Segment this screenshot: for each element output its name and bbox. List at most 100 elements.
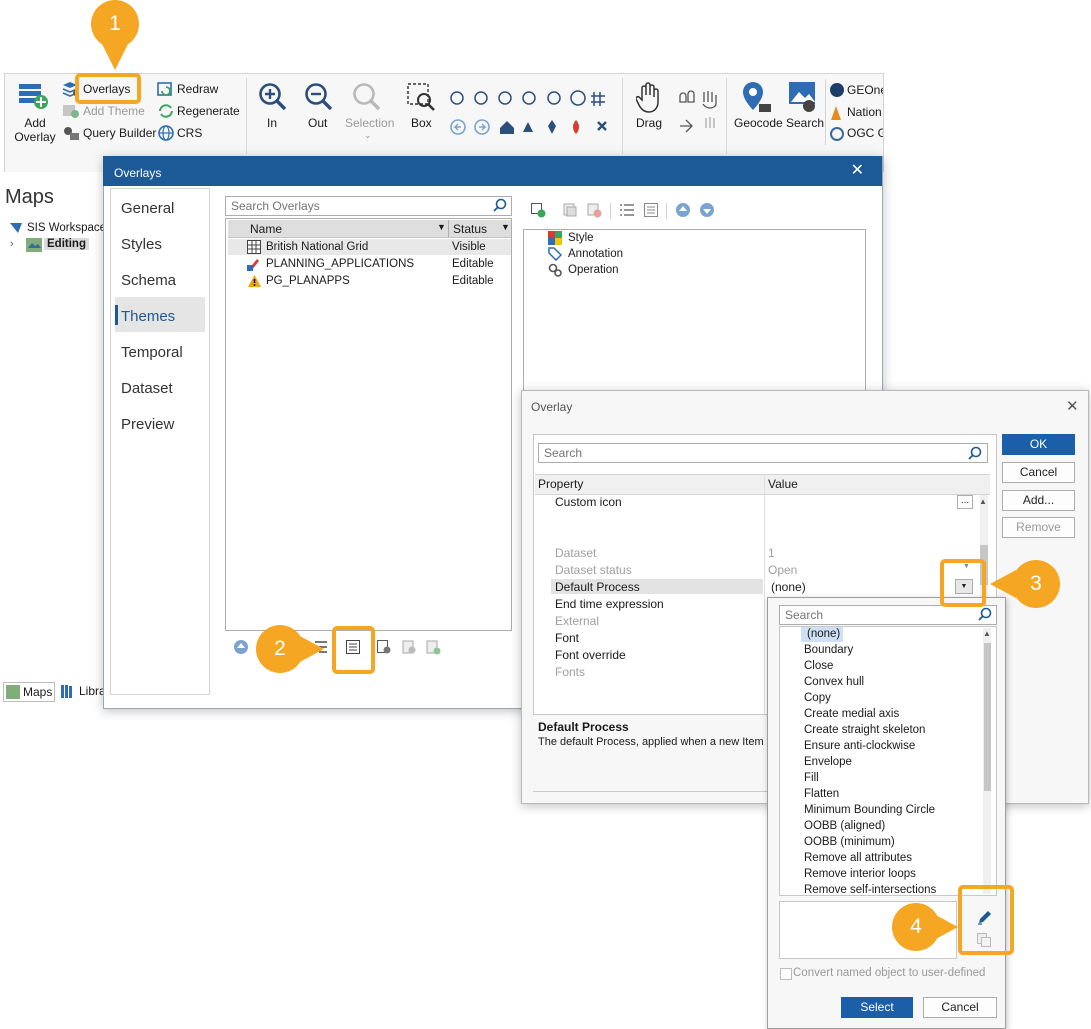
zoom-in-icon[interactable] — [258, 82, 288, 112]
geocode-button[interactable]: Geocode — [734, 116, 783, 130]
process-option[interactable]: OOBB (aligned) — [804, 820, 885, 832]
process-option[interactable]: Ensure anti-clockwise — [804, 740, 915, 752]
workspace-tree-item[interactable]: SIS Workspace — [27, 222, 106, 234]
column-header-name[interactable]: Name — [250, 222, 282, 236]
nav-preview[interactable]: Preview — [121, 416, 174, 433]
process-option[interactable]: Close — [804, 660, 833, 672]
process-option[interactable]: Remove self-intersections — [804, 884, 936, 894]
geone-provider[interactable]: GEOne — [847, 83, 883, 97]
process-option[interactable]: Copy — [804, 692, 831, 704]
library-tab[interactable]: Libra — [58, 682, 106, 702]
property-end-time-expression[interactable]: End time expression — [555, 597, 664, 611]
scroll-up-icon[interactable]: ▲ — [979, 497, 987, 506]
add-overlay-button[interactable]: Add Overlay — [13, 116, 57, 144]
close-icon[interactable]: ✕ — [1066, 397, 1079, 415]
copy-item-icon[interactable] — [562, 202, 578, 218]
pan-tool-icons[interactable] — [676, 88, 722, 138]
column-header-value[interactable]: Value — [768, 477, 798, 491]
nav-schema[interactable]: Schema — [121, 272, 176, 289]
process-option[interactable]: Create straight skeleton — [804, 724, 925, 736]
move-up-icon[interactable] — [233, 639, 249, 655]
tree-item-annotation[interactable]: Annotation — [568, 248, 623, 260]
tree-item-style[interactable]: Style — [568, 232, 594, 244]
details-view-icon[interactable] — [643, 202, 659, 218]
box-zoom-icon[interactable] — [406, 82, 436, 112]
drag-button[interactable]: Drag — [636, 116, 662, 130]
cancel-button[interactable]: Cancel — [1002, 462, 1075, 483]
zoom-out-icon[interactable] — [304, 82, 334, 112]
table-row[interactable]: PLANNING_APPLICATIONS — [266, 258, 414, 270]
nav-dataset[interactable]: Dataset — [121, 380, 173, 397]
nav-styles[interactable]: Styles — [121, 236, 162, 253]
box-button[interactable]: Box — [411, 116, 432, 130]
nation-provider[interactable]: Nation — [847, 105, 882, 119]
process-option[interactable]: Boundary — [804, 644, 853, 656]
selection-button[interactable]: Selection — [345, 116, 394, 130]
process-option[interactable]: (none) — [807, 628, 840, 640]
default-process-value[interactable]: (none) — [771, 580, 806, 594]
convert-checkbox[interactable] — [780, 968, 792, 980]
property-font-override[interactable]: Font override — [555, 648, 626, 662]
zoom-in-button[interactable]: In — [267, 116, 277, 130]
property-fonts[interactable]: Fonts — [555, 665, 585, 679]
scroll-thumb[interactable] — [984, 643, 991, 791]
property-external[interactable]: External — [555, 614, 599, 628]
property-font[interactable]: Font — [555, 631, 579, 645]
paste-settings-icon[interactable] — [401, 639, 417, 655]
property-dataset-status[interactable]: Dataset status — [555, 563, 632, 577]
add-item-icon[interactable] — [530, 202, 546, 218]
geocode-pin-icon[interactable] — [741, 80, 773, 114]
process-option[interactable]: Remove all attributes — [804, 852, 912, 864]
maps-tab[interactable]: Maps — [3, 682, 55, 702]
process-option[interactable]: Convex hull — [804, 676, 864, 688]
property-custom-icon[interactable]: Custom icon — [555, 495, 622, 509]
settings-document-icon[interactable] — [376, 639, 392, 655]
close-icon[interactable]: ✕ — [851, 160, 864, 180]
crs-button[interactable]: CRS — [177, 126, 202, 140]
list-view-icon[interactable] — [619, 202, 635, 218]
remove-button[interactable]: Remove — [1002, 517, 1075, 538]
property-search-input[interactable] — [538, 443, 988, 463]
nav-themes[interactable]: Themes — [121, 308, 175, 325]
table-row[interactable]: PG_PLANAPPS — [266, 275, 350, 287]
paste-add-icon[interactable] — [425, 639, 441, 655]
ogc-provider[interactable]: OGC G — [847, 126, 883, 140]
property-default-process[interactable]: Default Process — [555, 580, 640, 594]
add-overlay-icon[interactable] — [17, 80, 49, 110]
redraw-button[interactable]: Redraw — [177, 82, 218, 96]
delete-item-icon[interactable] — [586, 202, 602, 218]
regenerate-button[interactable]: Regenerate — [177, 104, 240, 118]
add-theme-button[interactable]: Add Theme — [83, 104, 145, 118]
ellipsis-button[interactable]: ... — [957, 495, 973, 509]
column-header-property[interactable]: Property — [538, 477, 583, 491]
search-button[interactable]: Search — [786, 116, 824, 130]
process-option[interactable]: Envelope — [804, 756, 852, 768]
process-search-input[interactable] — [779, 605, 997, 625]
ok-button[interactable]: OK — [1002, 434, 1075, 455]
zoom-out-button[interactable]: Out — [308, 116, 327, 130]
scroll-up-icon[interactable]: ▲ — [983, 629, 991, 638]
select-button[interactable]: Select — [841, 997, 913, 1018]
search-map-icon[interactable] — [787, 80, 819, 114]
cancel-button[interactable]: Cancel — [923, 997, 997, 1018]
drag-hand-icon[interactable] — [636, 82, 662, 114]
property-dataset[interactable]: Dataset — [555, 546, 596, 560]
tree-item-operation[interactable]: Operation — [568, 264, 619, 276]
add-button[interactable]: Add... — [1002, 490, 1075, 511]
expand-chevron-icon[interactable]: › — [10, 238, 14, 250]
move-up-icon[interactable] — [675, 202, 691, 218]
editing-map-item[interactable]: Editing — [44, 238, 89, 250]
process-option[interactable]: Flatten — [804, 788, 839, 800]
query-builder-button[interactable]: Query Builder — [83, 126, 156, 140]
process-option[interactable]: Create medial axis — [804, 708, 899, 720]
nav-temporal[interactable]: Temporal — [121, 344, 183, 361]
nav-general[interactable]: General — [121, 200, 174, 217]
process-option[interactable]: Minimum Bounding Circle — [804, 804, 935, 816]
process-option[interactable]: Fill — [804, 772, 819, 784]
selection-icon[interactable] — [352, 82, 382, 112]
column-header-status[interactable]: Status — [453, 222, 487, 236]
zoom-tool-icons[interactable] — [448, 88, 618, 138]
move-down-icon[interactable] — [699, 202, 715, 218]
process-option[interactable]: OOBB (minimum) — [804, 836, 895, 848]
search-overlays-input[interactable] — [225, 196, 512, 216]
